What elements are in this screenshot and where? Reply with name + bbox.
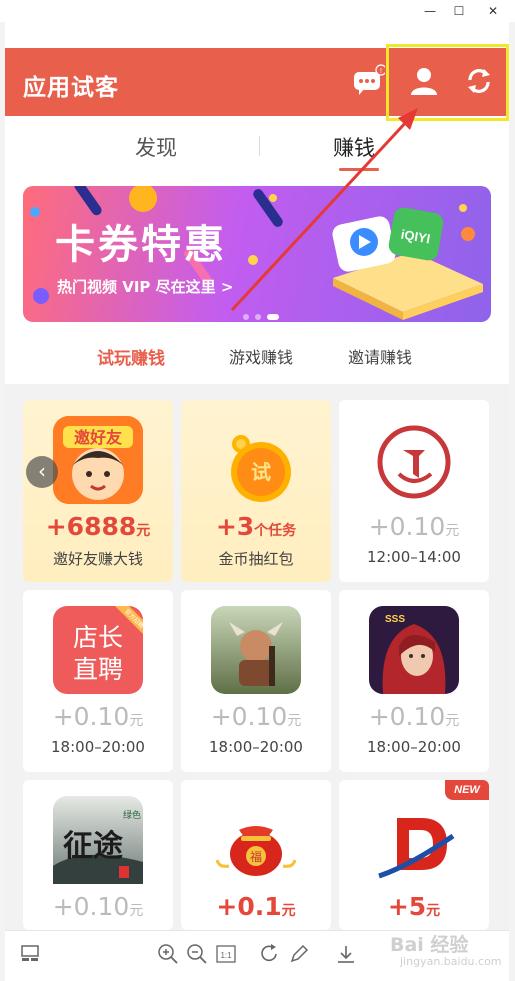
annotation-arrow: [230, 108, 418, 312]
actual-size-icon[interactable]: 1:1: [215, 943, 237, 965]
download-icon[interactable]: [335, 943, 357, 965]
layout-icon[interactable]: [19, 943, 41, 965]
watermark-subtext: jingyan.baidu.com: [400, 955, 502, 968]
edit-icon[interactable]: [288, 943, 310, 965]
actual-size-label: 1:1: [220, 951, 232, 960]
zoom-in-icon[interactable]: [157, 943, 179, 965]
rotate-icon[interactable]: [259, 943, 281, 965]
watermark-text: Bai 经验: [390, 934, 469, 956]
zoom-out-icon[interactable]: [186, 943, 208, 965]
